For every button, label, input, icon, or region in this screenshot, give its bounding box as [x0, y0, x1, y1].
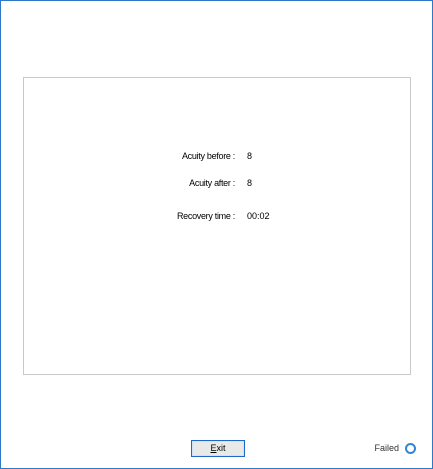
- status-label: Failed: [374, 443, 399, 453]
- recovery-time-label: Recovery time :: [176, 211, 235, 221]
- acuity-before-value: 8: [247, 151, 253, 161]
- exit-button-label: xit: [216, 443, 226, 453]
- acuity-before-row: Acuity before : 8: [24, 149, 410, 163]
- recovery-time-row: Recovery time : 00:02: [24, 209, 410, 223]
- acuity-before-label: Acuity before :: [181, 151, 235, 161]
- acuity-after-label: Acuity after :: [189, 178, 235, 188]
- status-circle-icon: [405, 442, 416, 454]
- acuity-after-row: Acuity after : 8: [24, 176, 410, 190]
- results-panel: Acuity before : 8 Acuity after : 8 Recov…: [23, 77, 411, 375]
- status-indicator: Failed: [374, 440, 416, 456]
- recovery-time-value: 00:02: [247, 211, 270, 221]
- app-window: Acuity before : 8 Acuity after : 8 Recov…: [0, 0, 433, 469]
- acuity-after-value: 8: [247, 178, 253, 188]
- exit-button[interactable]: Exit: [191, 440, 245, 457]
